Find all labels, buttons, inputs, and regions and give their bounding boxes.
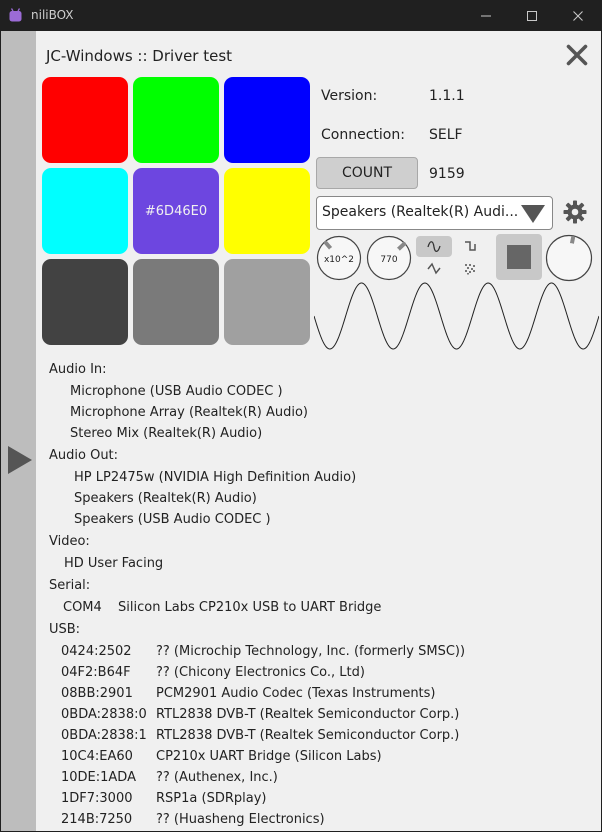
window-close-icon xyxy=(573,10,583,21)
usb-device-id: 1DF7:3000 xyxy=(61,791,133,806)
sine-wave-button[interactable] xyxy=(416,236,452,257)
usb-device-name: ?? (Microchip Technology, Inc. (formerly… xyxy=(156,644,466,659)
square-wave-button[interactable] xyxy=(460,237,480,255)
version-value: 1.1.1 xyxy=(429,88,465,104)
list-item: Speakers (Realtek(R) Audio) xyxy=(74,491,257,506)
serial-port: COM4 xyxy=(63,600,102,615)
usb-device-id: 0BDA:2838:0 xyxy=(61,707,147,722)
usb-device-name: PCM2901 Audio Codec (Texas Instruments) xyxy=(156,686,436,701)
gear-icon[interactable] xyxy=(563,200,587,224)
title-bar: niliBOX xyxy=(0,0,602,31)
serial-device-name: Silicon Labs CP210x USB to UART Bridge xyxy=(118,600,382,615)
usb-device-id: 08BB:2901 xyxy=(61,686,133,701)
usb-device-id: 10DE:1ADA xyxy=(61,770,136,785)
usb-header: USB: xyxy=(49,622,81,637)
usb-device-id: 0BDA:2838:1 xyxy=(61,728,147,743)
usb-device-name: ?? (Huasheng Electronics) xyxy=(156,812,325,827)
usb-device-name: ?? (Chicony Electronics Co., Ltd) xyxy=(156,665,365,680)
dropdown-arrow-icon xyxy=(521,205,545,223)
color-hex-label: #6D46E0 xyxy=(144,203,208,219)
audio-out-header: Audio Out: xyxy=(49,448,119,463)
minimize-icon xyxy=(481,15,491,16)
serial-header: Serial: xyxy=(49,578,91,593)
list-item: Stereo Mix (Realtek(R) Audio) xyxy=(70,426,263,441)
usb-device-name: RTL2838 DVB-T (Realtek Semiconductor Cor… xyxy=(156,707,460,722)
multiplier-knob[interactable]: x10^2 xyxy=(316,235,362,281)
sidebar-toggle-strip[interactable] xyxy=(1,31,36,831)
close-icon[interactable] xyxy=(566,44,588,66)
volume-knob[interactable] xyxy=(545,234,593,282)
list-item: HP LP2475w (NVIDIA High Definition Audio… xyxy=(74,470,357,485)
count-button[interactable]: COUNT xyxy=(316,157,418,189)
list-item: HD User Facing xyxy=(64,556,164,571)
audio-in-header: Audio In: xyxy=(49,362,107,377)
multiplier-knob-label: x10^2 xyxy=(324,255,354,265)
maximize-button[interactable] xyxy=(509,0,555,31)
waveform-preview xyxy=(314,282,599,350)
usb-device-id: 214B:7250 xyxy=(61,812,133,827)
usb-device-name: RTL2838 DVB-T (Realtek Semiconductor Cor… xyxy=(156,728,460,743)
nilibox-app-icon xyxy=(9,8,22,22)
usb-device-name: ?? (Authenex, Inc.) xyxy=(156,770,278,785)
color-tile-purple[interactable]: #6D46E0 xyxy=(133,168,219,254)
list-item: Microphone (USB Audio CODEC ) xyxy=(70,384,283,399)
sine-wave-icon xyxy=(427,241,441,253)
stop-icon xyxy=(507,245,531,269)
usb-device-id: 0424:2502 xyxy=(61,644,132,659)
maximize-icon xyxy=(527,10,537,21)
audio-device-selected: Speakers (Realtek(R) Audi... xyxy=(322,204,519,220)
stop-button[interactable] xyxy=(496,234,542,280)
window-close-button[interactable] xyxy=(555,0,601,31)
square-wave-icon xyxy=(465,241,476,251)
connection-value: SELF xyxy=(429,127,463,143)
noise-wave-button[interactable] xyxy=(462,261,478,277)
usb-device-name: RSP1a (SDRplay) xyxy=(156,791,267,806)
minimize-button[interactable] xyxy=(463,0,509,31)
color-tile-red[interactable] xyxy=(42,77,128,163)
frequency-knob[interactable]: 770 xyxy=(366,235,412,281)
noise-wave-icon xyxy=(465,264,475,275)
color-tile-gray[interactable] xyxy=(133,259,219,345)
driver-test-panel: JC-Windows :: Driver test #6D46E0 Versio… xyxy=(36,31,601,831)
audio-device-select[interactable]: Speakers (Realtek(R) Audi... xyxy=(316,196,553,230)
frequency-knob-label: 770 xyxy=(380,255,397,265)
usb-device-id: 04F2:B64F xyxy=(61,665,131,680)
triangle-wave-icon xyxy=(427,262,441,275)
connection-label: Connection: xyxy=(321,127,405,143)
color-tile-light-gray[interactable] xyxy=(224,259,310,345)
color-tile-blue[interactable] xyxy=(224,77,310,163)
count-value: 9159 xyxy=(429,166,465,182)
window-title: niliBOX xyxy=(31,8,74,22)
expand-arrow-icon[interactable] xyxy=(8,446,32,474)
usb-device-id: 10C4:EA60 xyxy=(61,749,133,764)
page-title: JC-Windows :: Driver test xyxy=(46,47,233,65)
list-item: Speakers (USB Audio CODEC ) xyxy=(74,512,271,527)
color-tile-dark-gray[interactable] xyxy=(42,259,128,345)
version-label: Version: xyxy=(321,88,378,104)
color-tile-green[interactable] xyxy=(133,77,219,163)
usb-device-name: CP210x UART Bridge (Silicon Labs) xyxy=(156,749,382,764)
video-header: Video: xyxy=(49,534,90,549)
triangle-wave-button[interactable] xyxy=(422,260,446,278)
color-tile-cyan[interactable] xyxy=(42,168,128,254)
color-tile-yellow[interactable] xyxy=(224,168,310,254)
list-item: Microphone Array (Realtek(R) Audio) xyxy=(70,405,308,420)
